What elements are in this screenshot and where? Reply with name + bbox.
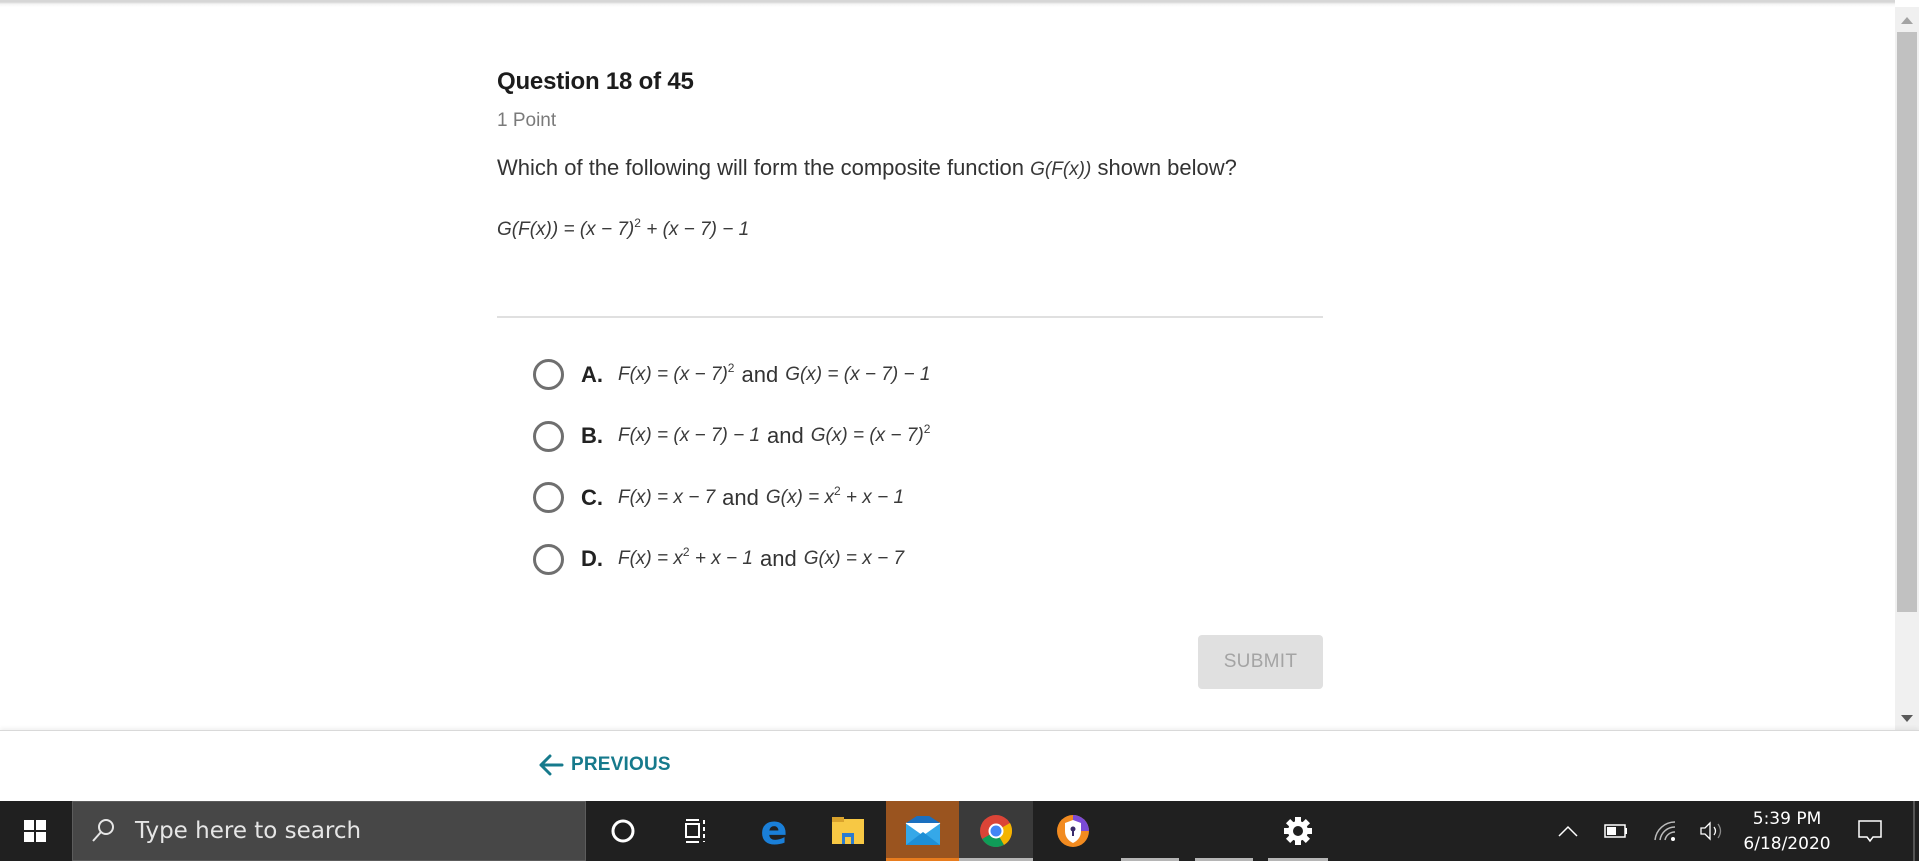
mail-icon bbox=[905, 816, 940, 845]
question-prompt: Which of the following will form the com… bbox=[497, 152, 1277, 186]
file-explorer-button[interactable] bbox=[818, 801, 878, 861]
start-button[interactable] bbox=[0, 801, 70, 861]
settings-button[interactable] bbox=[1268, 801, 1328, 861]
option-c[interactable]: C. F(x) = x − 7 and G(x) = x2 + x − 1 bbox=[533, 477, 930, 518]
radio-button[interactable] bbox=[533, 482, 564, 513]
vertical-scrollbar[interactable] bbox=[1895, 7, 1919, 730]
option-b[interactable]: B. F(x) = (x − 7) − 1 and G(x) = (x − 7)… bbox=[533, 416, 930, 457]
option-text: F(x) = (x − 7)2 and G(x) = (x − 7) − 1 bbox=[618, 360, 931, 387]
radio-button[interactable] bbox=[533, 543, 564, 575]
clock[interactable]: 5:39 PM 6/18/2020 bbox=[1732, 807, 1842, 857]
avast-browser-button[interactable] bbox=[1041, 801, 1105, 861]
clock-date: 6/18/2020 bbox=[1743, 834, 1831, 854]
scroll-down-arrow-icon[interactable] bbox=[1901, 715, 1913, 722]
battery-icon bbox=[1604, 824, 1627, 838]
show-hidden-icons-button[interactable] bbox=[1553, 801, 1583, 861]
option-letter: D. bbox=[581, 546, 603, 571]
mail-button[interactable] bbox=[886, 801, 959, 861]
radio-button[interactable] bbox=[533, 359, 564, 390]
clock-time: 5:39 PM bbox=[1752, 809, 1822, 829]
chevron-up-icon bbox=[1558, 825, 1578, 837]
prompt-text-start: Which of the following will form the com… bbox=[497, 155, 1025, 180]
prompt-math: G(F(x)) bbox=[1030, 159, 1092, 180]
option-letter: C. bbox=[581, 484, 603, 510]
edge-icon: e bbox=[760, 808, 788, 854]
search-icon bbox=[92, 819, 114, 842]
network-button[interactable] bbox=[1650, 801, 1680, 861]
avast-secure-browser-icon bbox=[1057, 815, 1089, 847]
option-letter: B. bbox=[581, 423, 603, 448]
action-center-button[interactable] bbox=[1855, 801, 1885, 861]
cortana-icon bbox=[611, 819, 635, 843]
option-text: F(x) = x − 7 and G(x) = x2 + x − 1 bbox=[618, 483, 905, 510]
navigation-footer: PREVIOUS bbox=[0, 730, 1919, 801]
formula-lhs: G(F(x)) = bbox=[497, 219, 575, 240]
file-explorer-icon bbox=[832, 817, 864, 844]
volume-icon bbox=[1700, 821, 1722, 841]
prompt-text-end: shown below? bbox=[1097, 155, 1237, 180]
option-text: F(x) = x2 + x − 1 and G(x) = x − 7 bbox=[618, 545, 905, 571]
option-d[interactable]: D. F(x) = x2 + x − 1 and G(x) = x − 7 bbox=[533, 539, 930, 580]
windows-logo-icon bbox=[24, 820, 46, 842]
previous-button[interactable]: PREVIOUS bbox=[538, 753, 671, 777]
wifi-icon bbox=[1654, 821, 1676, 841]
volume-button[interactable] bbox=[1697, 801, 1727, 861]
formula-part1: (x − 7) bbox=[579, 219, 635, 240]
option-a[interactable]: A. F(x) = (x − 7)2 and G(x) = (x − 7) − … bbox=[533, 354, 930, 395]
divider bbox=[497, 316, 1323, 318]
composite-formula: G(F(x)) = (x − 7)2 + (x − 7) − 1 bbox=[497, 214, 1323, 246]
answer-options: A. F(x) = (x − 7)2 and G(x) = (x − 7) − … bbox=[533, 354, 930, 600]
show-desktop-button[interactable] bbox=[1913, 801, 1915, 861]
option-letter: A. bbox=[581, 361, 603, 387]
windows-taskbar: Type here to search e 5:39 PM 6/18/2020 bbox=[0, 801, 1919, 861]
scrollbar-thumb[interactable] bbox=[1897, 32, 1917, 612]
top-edge bbox=[0, 0, 1895, 7]
task-view-button[interactable] bbox=[665, 801, 725, 861]
question-panel: Question 18 of 45 1 Point Which of the f… bbox=[497, 60, 1323, 246]
question-title: Question 18 of 45 bbox=[497, 68, 694, 95]
formula-exp: 2 bbox=[634, 216, 641, 230]
formula-part2: + (x − 7) − 1 bbox=[646, 219, 750, 240]
chrome-button[interactable] bbox=[959, 801, 1033, 861]
settings-icon bbox=[1284, 817, 1312, 845]
task-view-icon bbox=[685, 819, 705, 843]
option-text: F(x) = (x − 7) − 1 and G(x) = (x − 7)2 bbox=[618, 422, 931, 448]
notification-icon bbox=[1858, 820, 1882, 843]
question-points: 1 Point bbox=[497, 110, 557, 131]
taskbar-search-box[interactable]: Type here to search bbox=[72, 801, 586, 861]
battery-button[interactable] bbox=[1601, 801, 1631, 861]
submit-button[interactable]: SUBMIT bbox=[1198, 635, 1323, 689]
edge-button[interactable]: e bbox=[744, 801, 804, 861]
chrome-icon bbox=[980, 815, 1013, 848]
search-placeholder: Type here to search bbox=[135, 818, 362, 844]
scroll-up-arrow-icon[interactable] bbox=[1901, 17, 1913, 24]
previous-label: PREVIOUS bbox=[571, 754, 671, 775]
cortana-button[interactable] bbox=[593, 801, 653, 861]
arrow-left-icon bbox=[539, 754, 564, 776]
quiz-page: Question 18 of 45 1 Point Which of the f… bbox=[0, 0, 1895, 730]
radio-button[interactable] bbox=[533, 420, 564, 452]
